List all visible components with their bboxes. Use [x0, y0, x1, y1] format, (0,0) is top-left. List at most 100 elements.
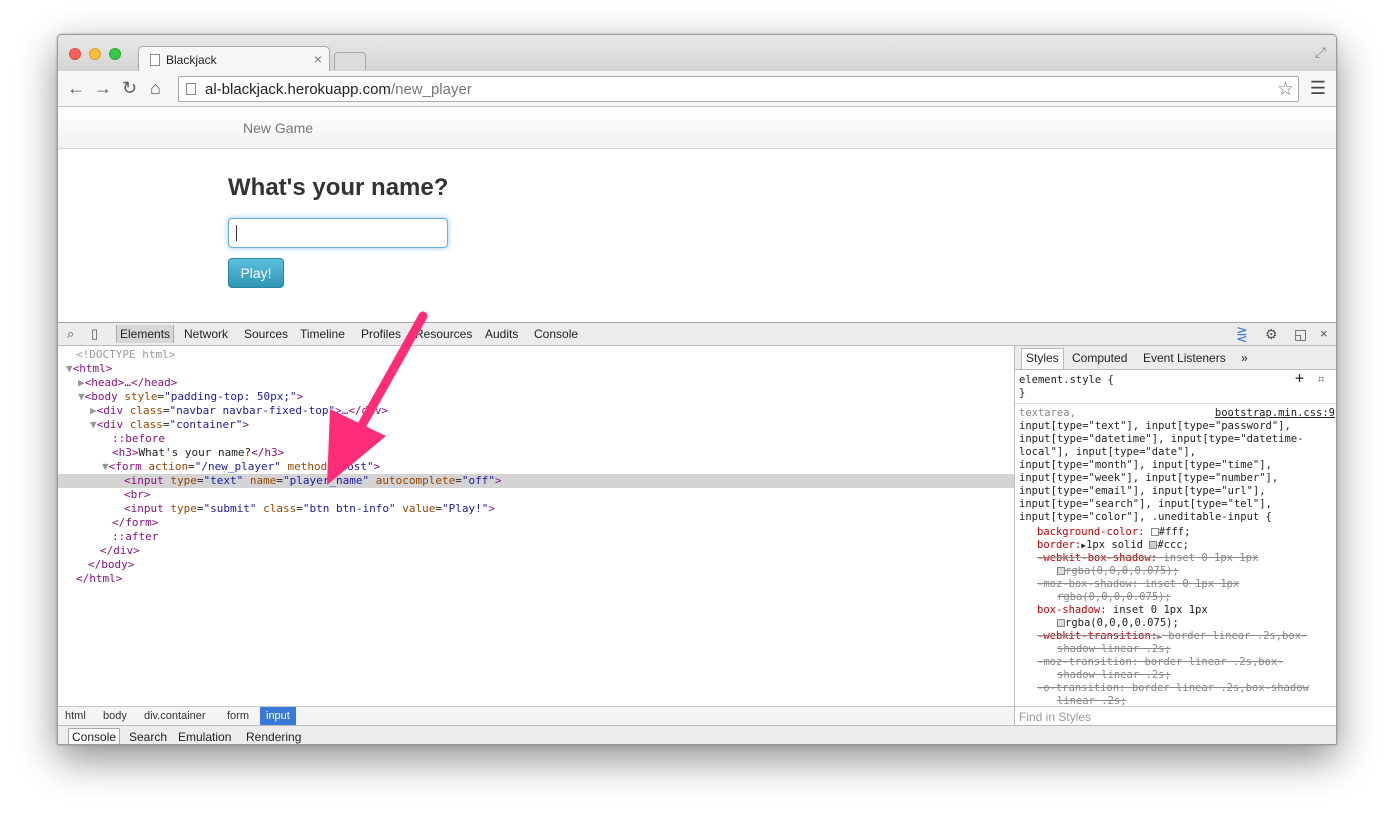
dom-node-submit[interactable]: <input type="submit" class="btn btn-info… — [58, 502, 1014, 516]
br-tag: <br> — [124, 488, 151, 501]
drawer-tab-rendering[interactable]: Rendering — [246, 730, 301, 744]
dom-node-body[interactable]: ▼<body style="padding-top: 50px;"> — [58, 390, 1014, 404]
dom-node-div-close[interactable]: </div> — [58, 544, 1014, 558]
tab-computed[interactable]: Computed — [1072, 351, 1127, 365]
player-name-input[interactable] — [228, 218, 448, 248]
menu-icon[interactable]: ☰ — [1310, 78, 1326, 99]
dom-node-after[interactable]: ::after — [58, 530, 1014, 544]
drawer-tab-console[interactable]: Console — [68, 728, 121, 744]
decl-box-shadow-cont: rgba(0,0,0,0.075); — [1019, 617, 1336, 630]
breadcrumb-html[interactable]: html — [65, 710, 86, 722]
add-rule-icon[interactable]: + — [1295, 371, 1315, 386]
url-host: al-blackjack.herokuapp.com — [205, 81, 391, 98]
decl-box-shadow[interactable]: box-shadow: inset 0 1px 1px — [1019, 604, 1336, 617]
tab-close-icon[interactable]: × — [314, 51, 322, 67]
decl-webkit-box-shadow[interactable]: -webkit-box-shadow: inset 0 1px 1px — [1019, 552, 1336, 565]
breadcrumb-body[interactable]: body — [103, 710, 127, 722]
html-close-tag: </html> — [76, 572, 123, 585]
tab-console[interactable]: Console — [534, 327, 578, 341]
reload-icon[interactable]: ↻ — [122, 78, 137, 98]
decl-o-transition[interactable]: -o-transition: border linear .2s,box-sha… — [1019, 682, 1336, 695]
dom-node-before[interactable]: ::before — [58, 432, 1014, 446]
navbar-tag: div — [103, 404, 124, 417]
dom-node-h3[interactable]: <h3>What's your name?</h3> — [58, 446, 1014, 460]
dom-node-input-selected[interactable]: <input type="text" name="player_name" au… — [58, 474, 1014, 488]
devtools-toolbar: ⌕ ▯ Elements Network Sources Timeline Pr… — [58, 323, 1336, 346]
input-val-autocomplete: "off" — [461, 474, 495, 487]
dom-node-head[interactable]: ▶<head>…</head> — [58, 376, 1014, 390]
dom-node-br[interactable]: <br> — [58, 488, 1014, 502]
color-picker-icon[interactable]: ⌗ — [1318, 373, 1334, 386]
dom-node-form-close[interactable]: </form> — [58, 516, 1014, 530]
site-navbar: New Game — [58, 107, 1336, 149]
dock-icon[interactable]: ◱ — [1294, 326, 1307, 343]
rule-source-link[interactable]: bootstrap.min.css:9 — [1215, 407, 1335, 420]
dom-breadcrumb: html body div.container form input — [58, 706, 1014, 725]
decl-moz-transition[interactable]: -moz-transition: border linear .2s,box- — [1019, 656, 1336, 669]
decl-background-color[interactable]: background-color: #fff; — [1019, 526, 1336, 539]
drawer-tab-search[interactable]: Search — [129, 730, 167, 744]
dom-node-form[interactable]: ▼<form action="/new_player" method="post… — [58, 460, 1014, 474]
tab-resources[interactable]: Resources — [415, 327, 472, 341]
h3-open: <h3> — [112, 446, 139, 459]
tab-sources[interactable]: Sources — [244, 327, 288, 341]
rule-divider — [1015, 403, 1336, 404]
dom-node-navbar[interactable]: ▶<div class="navbar navbar-fixed-top">…<… — [58, 404, 1014, 418]
tab-network[interactable]: Network — [184, 327, 228, 341]
find-in-styles-input[interactable]: Find in Styles — [1015, 706, 1336, 725]
forward-icon[interactable]: → — [94, 78, 112, 98]
drawer-tab-emulation[interactable]: Emulation — [178, 730, 231, 744]
settings-gear-icon[interactable]: ⚙ — [1265, 326, 1278, 343]
styles-sidebar: Styles Computed Event Listeners » elemen… — [1014, 346, 1336, 725]
decl-value: #fff; — [1158, 526, 1191, 538]
decl-value: #ccc; — [1157, 539, 1189, 551]
drawer-toggle-icon[interactable]: ⋛ — [1236, 326, 1248, 343]
breadcrumb-form[interactable]: form — [227, 710, 249, 722]
dom-node-body-close[interactable]: </body> — [58, 558, 1014, 572]
back-icon[interactable]: ← — [67, 78, 85, 98]
address-bar[interactable]: al-blackjack.herokuapp.com/new_player ☆ — [178, 76, 1299, 102]
dom-node-html-close[interactable]: </html> — [58, 572, 1014, 586]
color-swatch[interactable] — [1057, 619, 1065, 627]
window-minimize-button[interactable] — [89, 48, 101, 60]
tab-timeline[interactable]: Timeline — [300, 327, 345, 341]
browser-tab[interactable]: Blackjack × — [138, 46, 330, 72]
color-swatch[interactable] — [1057, 567, 1065, 575]
dom-node-doctype[interactable]: <!DOCTYPE html> — [58, 348, 1014, 362]
window-close-button[interactable] — [69, 48, 81, 60]
h3-text: What's your name? — [138, 446, 252, 459]
tab-elements[interactable]: Elements — [116, 325, 175, 343]
more-tabs-icon[interactable]: » — [1241, 351, 1248, 365]
url-path: /new_player — [390, 81, 472, 98]
close-devtools-icon[interactable]: × — [1320, 326, 1328, 341]
breadcrumb-input[interactable]: input — [260, 707, 296, 725]
tab-styles[interactable]: Styles — [1021, 348, 1064, 369]
inspect-search-icon[interactable]: ⌕ — [67, 326, 74, 342]
bookmark-star-icon[interactable]: ☆ — [1277, 78, 1294, 101]
breadcrumb-div-container[interactable]: div.container — [144, 710, 206, 722]
color-swatch[interactable] — [1150, 528, 1159, 536]
play-button[interactable]: Play! — [228, 258, 284, 288]
decl-moz-transition-cont: shadow linear .2s; — [1057, 669, 1171, 681]
decl-moz-box-shadow[interactable]: -moz-box-shadow: inset 0 1px 1px — [1019, 578, 1336, 591]
body-attr: style — [124, 390, 158, 403]
tab-audits[interactable]: Audits — [485, 327, 518, 341]
decl-value: inset 0 1px 1px — [1163, 552, 1259, 564]
decl-border[interactable]: border:▶1px solid #ccc; — [1019, 539, 1336, 552]
home-icon[interactable]: ⌂ — [150, 78, 161, 98]
decl-value: inset 0 1px 1px — [1112, 604, 1208, 616]
device-mode-icon[interactable]: ▯ — [91, 326, 98, 342]
dom-node-html[interactable]: ▼<html> — [58, 362, 1014, 376]
text-caret — [236, 225, 237, 241]
fullscreen-icon[interactable]: ⤢ — [1315, 44, 1326, 61]
navbar-rest: >…</div> — [335, 404, 389, 417]
window-maximize-button[interactable] — [109, 48, 121, 60]
browser-toolbar: ← → ↻ ⌂ al-blackjack.herokuapp.com/new_p… — [58, 71, 1336, 107]
new-game-link[interactable]: New Game — [243, 120, 313, 136]
new-tab-button[interactable] — [334, 52, 366, 70]
tab-profiles[interactable]: Profiles — [361, 327, 401, 341]
dom-node-container[interactable]: ▼<div class="container"> — [58, 418, 1014, 432]
head-tag: <head>…</head> — [84, 376, 178, 389]
tab-event-listeners[interactable]: Event Listeners — [1143, 351, 1226, 365]
decl-webkit-transition[interactable]: -webkit-transition:▶ border linear .2s,b… — [1019, 630, 1336, 643]
